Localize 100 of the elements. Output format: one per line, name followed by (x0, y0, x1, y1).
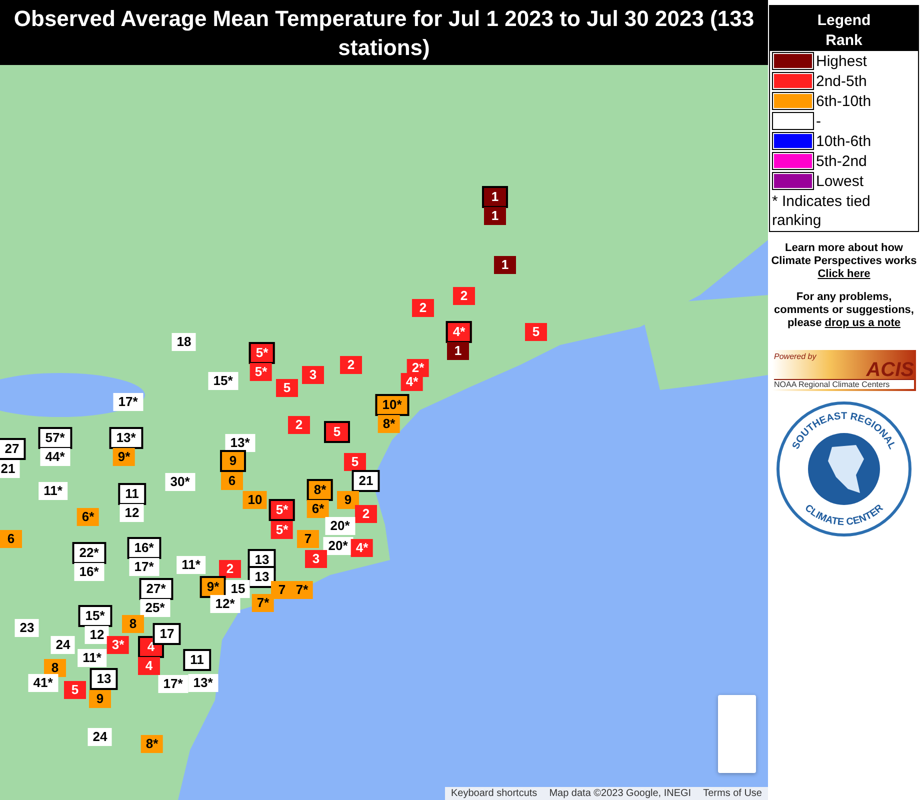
rank-marker[interactable]: 16* (74, 563, 104, 581)
legend-label: 10th-6th (816, 132, 872, 150)
rank-marker[interactable]: 13 (248, 566, 276, 588)
rank-marker[interactable]: 2 (340, 356, 362, 374)
rank-marker[interactable]: 24 (50, 636, 76, 654)
attribution-link[interactable]: Keyboard shortcuts (451, 788, 538, 799)
rank-marker[interactable]: 1 (494, 256, 516, 274)
rank-marker[interactable]: 7* (290, 581, 314, 599)
rank-marker[interactable]: 11* (78, 649, 106, 667)
rank-marker[interactable]: 12 (84, 626, 110, 644)
rank-marker[interactable]: 25* (140, 599, 170, 617)
rank-marker[interactable]: 1 (484, 207, 506, 225)
attribution-link[interactable]: Terms of Use (703, 788, 762, 799)
rank-marker[interactable]: 5 (324, 421, 350, 443)
rank-marker[interactable]: 8 (122, 615, 144, 633)
rank-marker[interactable]: 13* (188, 674, 218, 692)
rank-marker[interactable]: 9 (337, 491, 359, 509)
rank-marker[interactable]: 3* (106, 636, 130, 654)
rank-marker[interactable]: 2 (288, 416, 310, 434)
rank-marker[interactable]: 11* (38, 482, 68, 500)
rank-marker[interactable]: 6 (0, 530, 22, 548)
rank-marker[interactable]: 24 (88, 728, 112, 746)
rank-marker[interactable]: 9* (112, 448, 136, 466)
rank-marker[interactable]: 7* (252, 594, 274, 612)
rank-marker[interactable]: 1 (447, 342, 469, 360)
legend-note: * Indicates tied ranking (771, 192, 872, 231)
rank-marker[interactable]: 5* (248, 342, 276, 364)
rank-marker[interactable]: 21 (0, 460, 20, 478)
rank-marker[interactable]: 13 (90, 668, 118, 690)
rank-marker[interactable]: 17* (129, 558, 159, 576)
rank-marker[interactable]: 27 (0, 438, 26, 460)
rank-marker[interactable]: 4* (446, 321, 472, 343)
legend-label: Lowest (816, 172, 864, 190)
rank-marker[interactable]: 10* (375, 394, 409, 416)
rank-marker[interactable]: 5 (525, 323, 547, 341)
legend-title: Legend (817, 11, 871, 31)
info-link[interactable]: drop us a note (824, 317, 901, 329)
rank-marker[interactable]: 20* (325, 517, 355, 535)
rank-marker[interactable]: 6* (76, 508, 100, 526)
rank-marker[interactable]: 8* (306, 479, 334, 501)
rank-marker[interactable]: 2 (355, 505, 377, 523)
rank-marker[interactable]: 11* (176, 556, 206, 574)
logo-subtitle: NOAA Regional Climate Centers (774, 379, 914, 389)
rank-marker[interactable]: 12 (120, 504, 144, 522)
rank-marker[interactable]: 5* (250, 363, 272, 381)
rank-marker[interactable]: 3 (302, 366, 324, 384)
rank-marker[interactable]: 13* (225, 434, 255, 452)
rank-marker[interactable]: 18 (172, 333, 196, 351)
legend-label: Highest (816, 52, 867, 70)
map-data-credit: Map data ©2023 Google, INEGI (549, 788, 692, 799)
rank-marker[interactable]: 5* (268, 499, 296, 521)
rank-marker[interactable]: 7 (297, 530, 319, 548)
rank-marker[interactable]: 27* (139, 578, 173, 600)
info-text: Learn more about how Climate Perspectives works Click here (770, 242, 918, 281)
rank-marker[interactable]: 44* (40, 448, 70, 466)
legend-subtitle: Rank (826, 31, 862, 51)
rank-marker[interactable]: 10 (242, 491, 268, 509)
rank-marker[interactable]: 17* (113, 393, 143, 411)
logo-name: ACIS (865, 361, 914, 379)
rank-marker[interactable]: 13* (109, 427, 143, 449)
rank-marker[interactable]: 6* (306, 500, 330, 518)
logo-tagline: Powered by (774, 352, 818, 361)
rank-marker[interactable]: 9 (89, 690, 111, 708)
rank-marker[interactable]: 9* (200, 576, 226, 598)
zoom-control[interactable] (718, 695, 756, 773)
rank-marker[interactable]: 4* (350, 539, 374, 557)
rank-marker[interactable]: 8* (140, 735, 164, 753)
rank-marker[interactable]: 5 (344, 453, 366, 471)
rank-marker[interactable]: 3 (305, 550, 327, 568)
rank-marker[interactable]: 2 (412, 299, 434, 317)
rank-marker[interactable]: 15* (208, 372, 238, 390)
rank-marker[interactable]: 15 (226, 580, 250, 598)
rank-marker[interactable]: 5* (270, 521, 294, 539)
rank-marker[interactable]: 12* (210, 595, 240, 613)
rank-marker[interactable]: 41* (28, 674, 58, 692)
rank-marker[interactable]: 8* (378, 415, 400, 433)
legend-label: 6th-10th (816, 92, 872, 110)
info-link[interactable]: Click here (818, 268, 870, 280)
rank-marker[interactable]: 5 (276, 379, 298, 397)
rank-marker[interactable]: 57* (38, 427, 72, 449)
rank-marker[interactable]: 21 (352, 470, 380, 492)
rank-marker[interactable]: 23 (14, 619, 40, 637)
rank-marker[interactable]: 17 (152, 623, 182, 645)
rank-marker[interactable]: 16* (127, 537, 161, 559)
rank-marker[interactable]: 20* (323, 537, 353, 555)
rank-marker[interactable]: 11 (183, 649, 211, 671)
rank-marker[interactable]: 2 (219, 560, 241, 578)
info-text: For any problems, comments or suggestions, please drop us a note (773, 291, 915, 330)
rank-marker[interactable]: 11 (118, 483, 146, 505)
rank-marker[interactable]: 15* (78, 605, 112, 627)
rank-marker[interactable]: 4* (400, 373, 424, 391)
rank-marker[interactable]: 6 (221, 472, 243, 490)
rank-marker[interactable]: 4 (138, 657, 160, 675)
rank-marker[interactable]: 17* (158, 675, 188, 693)
rank-marker[interactable]: 2 (453, 287, 475, 305)
rank-marker[interactable]: 1 (482, 186, 508, 208)
rank-marker[interactable]: 5 (64, 681, 86, 699)
rank-marker[interactable]: 9 (220, 450, 246, 472)
rank-marker[interactable]: 22* (72, 542, 106, 564)
rank-marker[interactable]: 30* (165, 473, 195, 491)
